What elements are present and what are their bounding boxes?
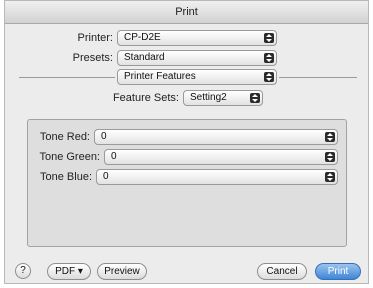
popup-stepper-icon bbox=[325, 152, 335, 162]
tone-blue-label: Tone Blue: bbox=[40, 171, 92, 183]
presets-value: Standard bbox=[124, 52, 165, 63]
preview-button[interactable]: Preview bbox=[97, 263, 147, 280]
divider bbox=[19, 77, 115, 78]
feature-panel: Tone Red: 0 Tone Green: 0 Tone Blue: 0 bbox=[27, 119, 347, 247]
tone-red-popup[interactable]: 0 bbox=[94, 129, 338, 145]
section-value: Printer Features bbox=[124, 71, 196, 82]
divider bbox=[279, 77, 357, 78]
section-popup[interactable]: Printer Features bbox=[117, 69, 277, 85]
presets-popup[interactable]: Standard bbox=[117, 50, 277, 66]
popup-stepper-icon bbox=[325, 172, 335, 182]
window-title: Print bbox=[5, 1, 368, 24]
tone-blue-value: 0 bbox=[103, 171, 109, 182]
printer-popup[interactable]: CP-D2E bbox=[117, 30, 277, 46]
popup-stepper-icon bbox=[264, 33, 274, 43]
presets-label: Presets: bbox=[72, 52, 113, 64]
popup-stepper-icon bbox=[264, 72, 274, 82]
help-button[interactable]: ? bbox=[15, 263, 31, 279]
print-dialog: Print Printer: CP-D2E Presets: Standard … bbox=[4, 0, 369, 284]
popup-stepper-icon bbox=[250, 93, 260, 103]
print-button[interactable]: Print bbox=[315, 263, 361, 280]
popup-stepper-icon bbox=[264, 53, 274, 63]
printer-label: Printer: bbox=[77, 32, 113, 44]
tone-red-label: Tone Red: bbox=[39, 131, 90, 143]
printer-value: CP-D2E bbox=[124, 32, 161, 43]
tone-green-value: 0 bbox=[111, 151, 117, 162]
popup-stepper-icon bbox=[325, 132, 335, 142]
tone-green-label: Tone Green: bbox=[39, 151, 100, 163]
tone-blue-popup[interactable]: 0 bbox=[96, 169, 338, 185]
tone-red-value: 0 bbox=[101, 131, 107, 142]
feature-sets-label: Feature Sets: bbox=[112, 92, 179, 104]
tone-green-popup[interactable]: 0 bbox=[104, 149, 338, 165]
feature-sets-popup[interactable]: Setting2 bbox=[183, 90, 263, 106]
pdf-button[interactable]: PDF ▾ bbox=[47, 263, 91, 280]
cancel-button[interactable]: Cancel bbox=[257, 263, 307, 280]
